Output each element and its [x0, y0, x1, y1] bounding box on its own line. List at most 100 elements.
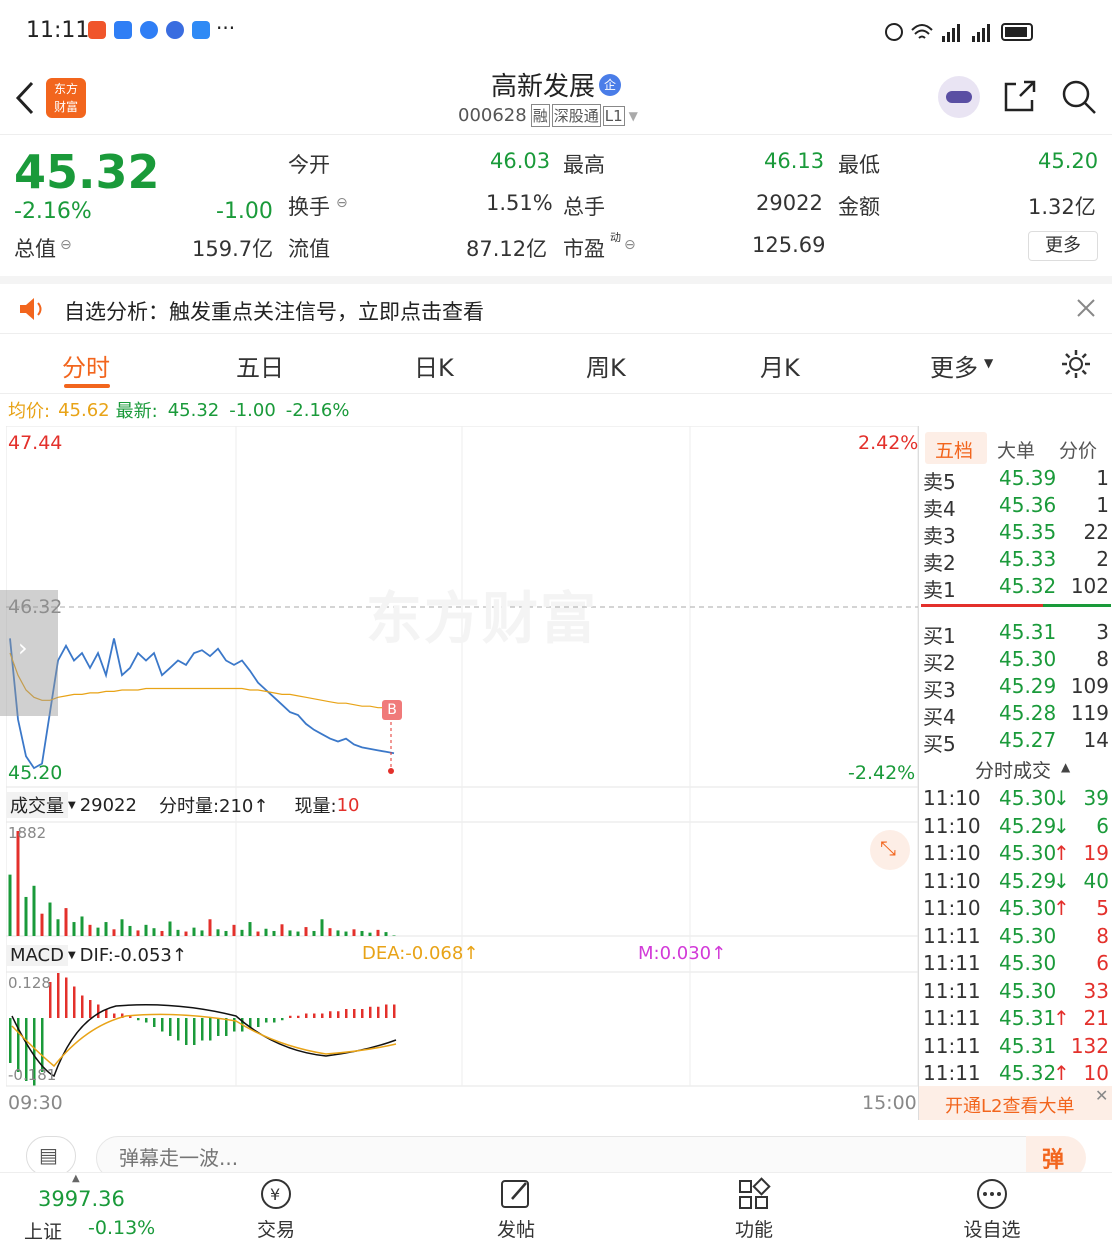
intraday-chart[interactable]: 东方财富 47.44 46.32 45.20 2.42% -2.42% › B …: [0, 426, 918, 1120]
ai-assistant-icon[interactable]: [938, 76, 980, 118]
functions-label: 功能: [734, 1219, 773, 1241]
tab-intraday[interactable]: 分时: [62, 348, 110, 383]
bid-price: 45.31: [999, 620, 1057, 644]
l2-promo[interactable]: 开通L2查看大单 ✕: [919, 1086, 1112, 1120]
macd-bar: [281, 1018, 284, 1021]
tag-connect: 深股通: [551, 104, 601, 127]
expand-sidebar-handle[interactable]: ›: [0, 590, 58, 716]
share-icon[interactable]: [1002, 78, 1038, 114]
bid-price: 45.29: [999, 674, 1057, 698]
volume-bar: [392, 935, 396, 936]
volume-bar: [336, 930, 340, 936]
volume-bar: [120, 919, 124, 936]
macd-bar: [329, 1011, 332, 1018]
volume-bar: [64, 908, 68, 936]
index-widget[interactable]: ▲ 3997.36 上证 -0.13%: [0, 1173, 155, 1248]
stock-code-line[interactable]: 000628 融 深股通 L1 ▼: [458, 104, 638, 127]
macd-bar: [81, 995, 84, 1018]
ask-level[interactable]: 卖2 45.33 2: [919, 547, 1112, 575]
chart-tabs: 分时 五日 日K 周K 月K 更多 ▼: [0, 334, 1112, 394]
tick-row: 11:10 45.30 ↓ 39: [919, 786, 1112, 813]
tab-weekly-k[interactable]: 周K: [586, 348, 626, 383]
tick-volume: 40: [1083, 868, 1109, 893]
ask-level[interactable]: 卖3 45.35 22: [919, 520, 1112, 548]
danmu-list-icon[interactable]: ▤: [26, 1136, 76, 1176]
turnover-info-icon[interactable]: ⊖: [336, 195, 348, 211]
notice-bar[interactable]: 自选分析：触发重点关注信号，立即点击查看: [0, 276, 1112, 334]
tab-more[interactable]: 更多: [930, 348, 978, 383]
bid-level[interactable]: 买3 45.29 109: [919, 674, 1112, 702]
tab-five-day[interactable]: 五日: [236, 348, 284, 383]
volume-bar: [56, 919, 60, 936]
functions-button[interactable]: 功能: [712, 1177, 796, 1247]
stock-header: 东方 财富 高新发展 企 000628 融 深股通 L1 ▼: [0, 62, 1112, 134]
post-label: 发帖: [496, 1219, 535, 1241]
macd-bar: [361, 1009, 364, 1018]
macd-indicator-select[interactable]: MACD: [6, 944, 68, 966]
info-icon[interactable]: ⊖: [60, 237, 72, 253]
volume-bar: [144, 924, 148, 936]
tick-direction: ↑: [1053, 841, 1070, 865]
ticks-title[interactable]: 分时成交: [975, 756, 1051, 783]
macd-bar: [209, 1018, 212, 1041]
volume-bar: [344, 931, 348, 936]
post-button[interactable]: 发帖: [474, 1177, 558, 1247]
tick-time: 11:11: [923, 1061, 981, 1085]
tick-volume: 10: [1083, 1061, 1109, 1085]
ask-level[interactable]: 卖5 45.39 1: [919, 466, 1112, 494]
volume-bar: [88, 924, 92, 936]
browser-app-icon: [140, 21, 158, 39]
volume-total: 29022: [79, 794, 137, 816]
volume-bar: [352, 929, 356, 936]
volume-bar: [192, 927, 196, 936]
tab-big-orders[interactable]: 大单: [997, 436, 1035, 463]
more-dots-icon: [977, 1179, 1007, 1209]
trade-button[interactable]: ¥ 交易: [234, 1177, 318, 1247]
ask-level[interactable]: 卖1 45.32 102: [919, 574, 1112, 602]
current-volume-value: 10: [336, 794, 360, 816]
more-quote-button[interactable]: 更多: [1028, 231, 1098, 261]
macd-top-tick: 0.128: [8, 974, 51, 992]
collapse-icon: ▲: [1061, 760, 1071, 774]
trade-label: 交易: [256, 1219, 295, 1241]
l2-close-icon[interactable]: ✕: [1095, 1086, 1108, 1105]
tick-volume: 132: [1070, 1033, 1109, 1058]
bid-level[interactable]: 买1 45.31 3: [919, 620, 1112, 648]
volume-bar: [272, 930, 276, 936]
fullscreen-icon[interactable]: ⤡: [870, 830, 910, 870]
buy-marker[interactable]: B: [382, 700, 402, 720]
low-value: 45.20: [1038, 149, 1099, 173]
stock-name[interactable]: 高新发展: [491, 66, 595, 103]
macd-bar: [113, 1013, 116, 1018]
tab-monthly-k[interactable]: 月K: [760, 348, 800, 383]
bid-label: 买2: [923, 651, 956, 675]
tick-price: 45.30: [999, 923, 1057, 948]
volume-indicator-select[interactable]: 成交量: [6, 792, 68, 818]
macd-bar: [257, 1018, 260, 1027]
tick-price: 45.30: [999, 951, 1057, 975]
tab-five-levels[interactable]: 五档: [935, 436, 973, 463]
bid-label: 买5: [923, 732, 956, 756]
chevron-right-icon: ›: [18, 634, 28, 662]
high-label: 最高: [563, 153, 605, 177]
add-watchlist-button[interactable]: 设自选: [950, 1177, 1034, 1247]
pe-info-icon[interactable]: ⊖: [624, 237, 636, 253]
tick-volume: 21: [1083, 1006, 1109, 1030]
volume-bar: [384, 932, 388, 936]
speaker-icon: [20, 298, 42, 320]
search-icon[interactable]: [1060, 78, 1098, 116]
macd-m: M:0.030↑: [638, 943, 727, 964]
bid-level[interactable]: 买2 45.30 8: [919, 647, 1112, 675]
macd-bar: [313, 1013, 316, 1018]
bid-level[interactable]: 买5 45.27 14: [919, 728, 1112, 756]
bid-level[interactable]: 买4 45.28 119: [919, 701, 1112, 729]
ask-level[interactable]: 卖4 45.36 1: [919, 493, 1112, 521]
tab-price-dist[interactable]: 分价: [1059, 436, 1097, 463]
tab-daily-k[interactable]: 日K: [414, 348, 454, 383]
ask-volume: 22: [1083, 520, 1109, 544]
tag-margin: 融: [530, 104, 550, 127]
settings-gear-icon[interactable]: [1060, 348, 1092, 380]
close-icon[interactable]: [1076, 298, 1096, 318]
tick-price: 45.31: [999, 1033, 1057, 1058]
turnover-value: 1.51%: [486, 191, 553, 215]
